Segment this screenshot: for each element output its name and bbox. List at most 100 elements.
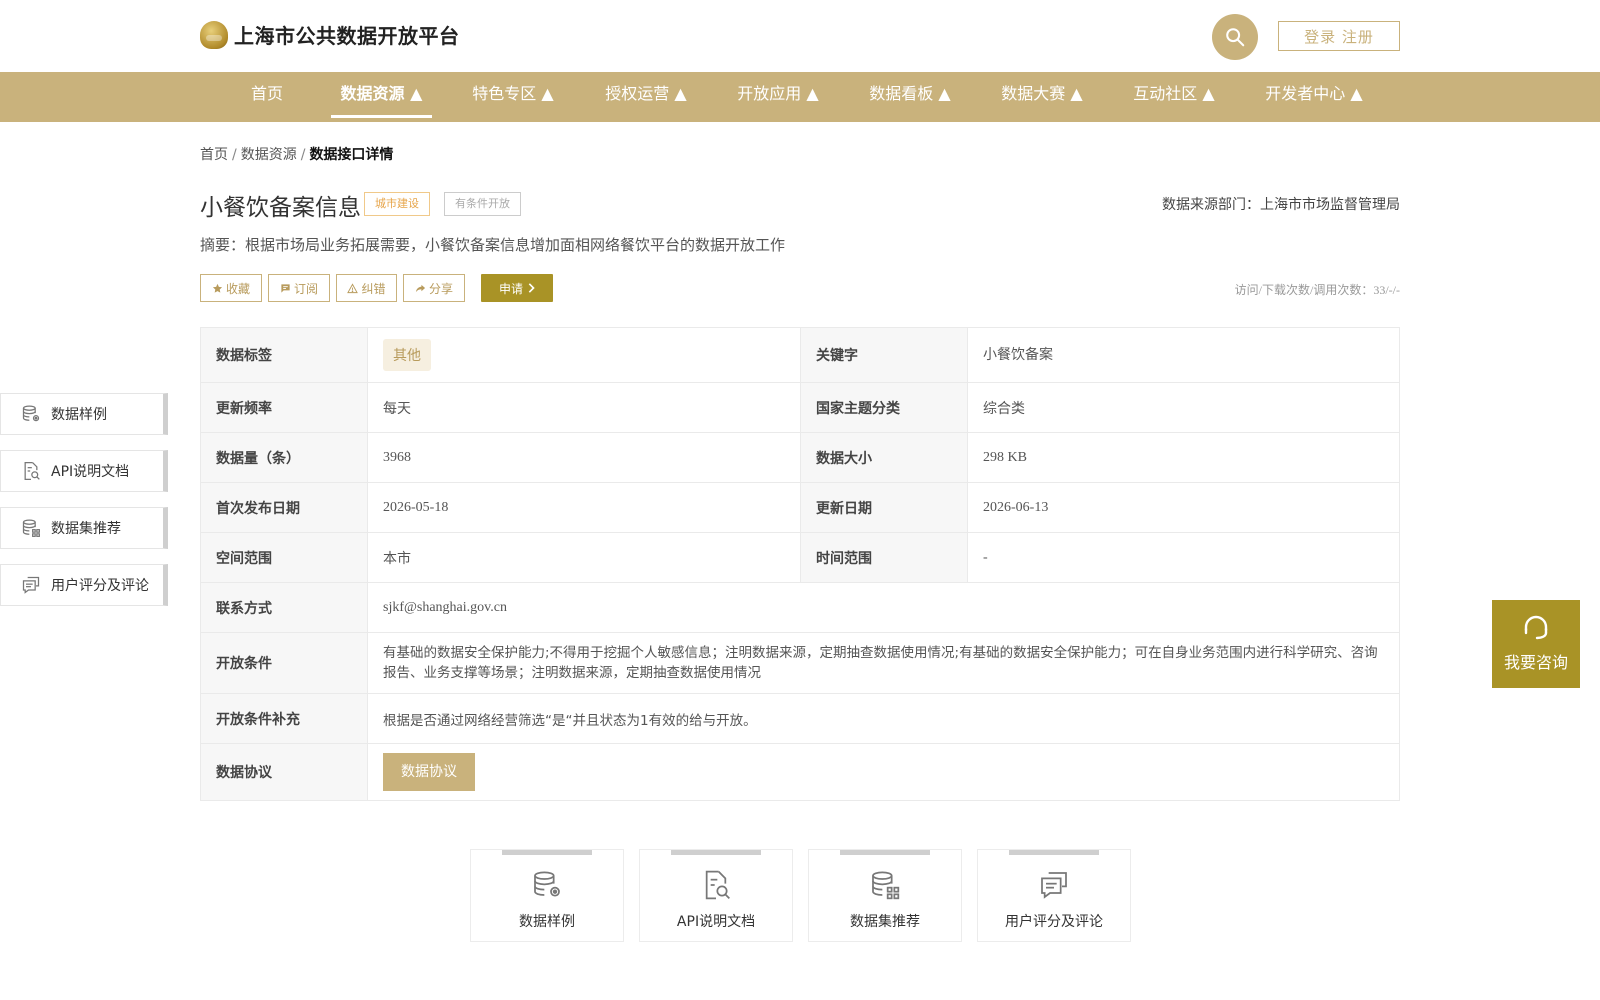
document-search-icon — [705, 870, 730, 900]
side-menu-label: 数据集推荐 — [51, 521, 121, 537]
first-publish-date-label: 首次发布日期 — [200, 482, 368, 533]
table-row: 联系方式 sjkf@shanghai.gov.cn — [200, 582, 1400, 633]
card-label: API说明文档 — [676, 914, 756, 930]
table-row: 数据量（条） 3968 数据大小 298 KB — [200, 432, 1400, 483]
nav-item-home[interactable]: 首页 — [234, 72, 300, 122]
card-data-sample[interactable]: 数据样例 — [470, 849, 624, 942]
nav-item-data-dashboard[interactable]: 数据看板 ▲ — [862, 72, 958, 122]
nav-item-authorized-operation[interactable]: 授权运营 ▲ — [598, 72, 694, 122]
comment-icon — [1041, 872, 1067, 899]
comment-icon — [22, 576, 40, 594]
open-condition-supplement-label: 开放条件补充 — [200, 693, 368, 744]
record-count-value: 3968 — [367, 432, 801, 483]
favorite-button[interactable]: 收藏 — [200, 274, 262, 302]
update-date-label: 更新日期 — [800, 482, 968, 533]
nav-item-special-zone[interactable]: 特色专区 ▲ — [465, 72, 561, 122]
share-button[interactable]: 分享 — [403, 274, 465, 302]
card-top-bar — [502, 850, 592, 855]
apply-label: 申请 — [498, 281, 523, 296]
national-theme-label: 国家主题分类 — [800, 382, 968, 433]
dataset-title: 小餐饮备案信息 — [200, 195, 361, 221]
table-row: 空间范围 本市 时间范围 - — [200, 532, 1400, 583]
logo-emblem-icon — [200, 20, 228, 49]
keyword-label: 关键字 — [800, 327, 968, 383]
star-icon — [212, 283, 223, 293]
table-row: 更新频率 每天 国家主题分类 综合类 — [200, 382, 1400, 433]
card-top-bar — [840, 850, 930, 855]
breadcrumb-data-resources[interactable]: 数据资源 — [241, 147, 297, 163]
consult-button[interactable]: 我要咨询 — [1492, 600, 1580, 688]
dataset-summary: 摘要：根据市场局业务拓展需要，小餐饮备案信息增加面相网络餐饮平台的数据开放工作 — [200, 236, 786, 254]
subscribe-label: 订阅 — [293, 281, 318, 296]
nav-item-developer-center[interactable]: 开发者中心 ▲ — [1258, 72, 1370, 122]
card-user-reviews[interactable]: 用户评分及评论 — [977, 849, 1131, 942]
site-title: 上海市公共数据开放平台 — [234, 24, 460, 48]
visit-download-count: 访问/下载次数/调用次数：33/-/- — [1234, 283, 1400, 297]
login-register-button[interactable]: 登录 注册 — [1278, 21, 1400, 51]
national-theme-value: 综合类 — [967, 382, 1400, 433]
chevron-right-icon — [528, 283, 535, 293]
data-protocol-label: 数据协议 — [200, 743, 368, 801]
spatial-range-value: 本市 — [367, 532, 801, 583]
data-size-label: 数据大小 — [800, 432, 968, 483]
nav-item-open-apps[interactable]: 开放应用 ▲ — [730, 72, 826, 122]
time-range-label: 时间范围 — [800, 532, 968, 583]
update-frequency-value: 每天 — [367, 382, 801, 433]
main-nav: 首页 数据资源 ▲ 特色专区 ▲ 授权运营 ▲ 开放应用 ▲ 数据看板 ▲ 数据… — [0, 72, 1600, 122]
card-label: 数据样例 — [519, 914, 575, 930]
headset-icon — [1524, 615, 1548, 640]
table-row: 数据标签 其他 关键字 小餐饮备案 — [200, 327, 1400, 383]
side-menu-dataset-recommend[interactable]: 数据集推荐 — [0, 507, 168, 549]
nav-item-data-competition[interactable]: 数据大赛 ▲ — [994, 72, 1090, 122]
update-frequency-label: 更新频率 — [200, 382, 368, 433]
time-range-value: - — [967, 532, 1400, 583]
side-menu-label: 数据样例 — [51, 407, 107, 423]
table-row: 数据协议 数据协议 — [200, 743, 1400, 801]
share-label: 分享 — [428, 281, 453, 296]
category-tag: 城市建设 — [364, 192, 430, 216]
side-menu-label: API说明文档 — [51, 464, 130, 480]
side-menu-data-sample[interactable]: 数据样例 — [0, 393, 168, 435]
favorite-label: 收藏 — [225, 281, 250, 296]
source-department: 数据来源部门：上海市市场监督管理局 — [1162, 197, 1400, 213]
header: 上海市公共数据开放平台 登录 注册 — [0, 0, 1600, 72]
report-error-button[interactable]: 纠错 — [336, 274, 397, 302]
apply-button[interactable]: 申请 — [481, 274, 553, 302]
data-tag-pill[interactable]: 其他 — [383, 339, 431, 371]
data-protocol-button[interactable]: 数据协议 — [383, 753, 475, 791]
card-top-bar — [671, 850, 761, 855]
side-menu-label: 用户评分及评论 — [51, 578, 149, 594]
breadcrumb-separator: / — [232, 147, 237, 163]
breadcrumb: 首页 / 数据资源 / 数据接口详情 — [200, 144, 393, 164]
side-menu-user-reviews[interactable]: 用户评分及评论 — [0, 564, 168, 606]
spatial-range-label: 空间范围 — [200, 532, 368, 583]
database-grid-icon — [872, 871, 900, 900]
contact-label: 联系方式 — [200, 582, 368, 633]
record-count-label: 数据量（条） — [200, 432, 368, 483]
card-api-doc[interactable]: API说明文档 — [639, 849, 793, 942]
table-row: 首次发布日期 2026-05-18 更新日期 2026-06-13 — [200, 482, 1400, 533]
card-label: 用户评分及评论 — [1005, 914, 1103, 930]
database-gear-icon — [534, 871, 560, 897]
nav-item-community[interactable]: 互动社区 ▲ — [1126, 72, 1222, 122]
breadcrumb-home[interactable]: 首页 — [200, 147, 228, 163]
open-condition-supplement-value: 根据是否通过网络经营筛选“是“并且状态为1有效的给与开放。 — [367, 693, 1400, 744]
side-menu-api-doc[interactable]: API说明文档 — [0, 450, 168, 492]
open-condition-value: 有基础的数据安全保护能力;不得用于挖掘个人敏感信息；注明数据来源，定期抽查数据使… — [367, 632, 1400, 694]
report-error-label: 纠错 — [361, 281, 386, 296]
site-logo[interactable]: 上海市公共数据开放平台 — [200, 20, 460, 49]
open-condition-tag: 有条件开放 — [444, 192, 521, 216]
data-size-value: 298 KB — [967, 432, 1400, 483]
table-row: 开放条件补充 根据是否通过网络经营筛选“是“并且状态为1有效的给与开放。 — [200, 693, 1400, 744]
nav-item-data-resources[interactable]: 数据资源 ▲ — [331, 72, 432, 122]
card-dataset-recommend[interactable]: 数据集推荐 — [808, 849, 962, 942]
breadcrumb-current: 数据接口详情 — [309, 147, 394, 163]
table-row: 开放条件 有基础的数据安全保护能力;不得用于挖掘个人敏感信息；注明数据来源，定期… — [200, 632, 1400, 694]
subscribe-button[interactable]: 订阅 — [268, 274, 330, 302]
dataset-info-table: 数据标签 其他 关键字 小餐饮备案 更新频率 每天 国家主题分类 综合类 数据量… — [200, 327, 1400, 801]
breadcrumb-separator: / — [300, 147, 306, 163]
search-icon — [1226, 28, 1245, 47]
document-search-icon — [24, 462, 40, 480]
search-button[interactable] — [1212, 14, 1258, 60]
subscribe-icon — [281, 283, 290, 293]
